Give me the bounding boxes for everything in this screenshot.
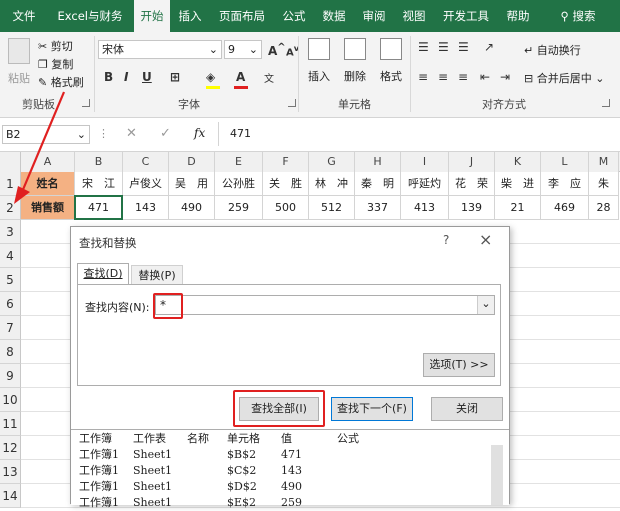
annotation-arrow — [14, 91, 66, 204]
